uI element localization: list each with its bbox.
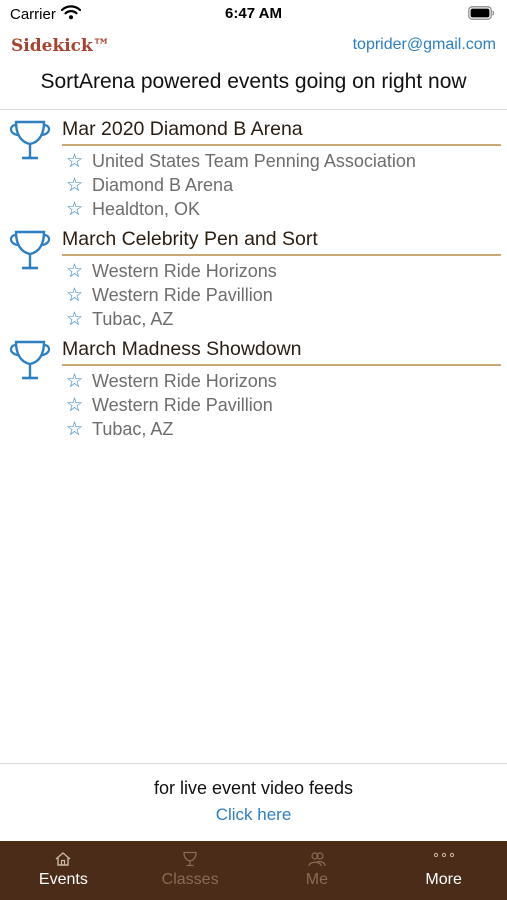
tab-label: Events: [38, 871, 88, 888]
status-bar: Carrier 6:47 AM: [0, 0, 507, 30]
events-list: Mar 2020 Diamond B Arena ☆ United States …: [0, 114, 507, 444]
event-organization: ☆ Western Ride Horizons: [66, 261, 277, 282]
tab-label: Me: [305, 871, 328, 888]
tab-classes[interactable]: Classes: [127, 841, 254, 900]
account-email-link[interactable]: toprider@gmail.com: [353, 36, 496, 54]
event-organization: ☆ United States Team Penning Association: [66, 151, 416, 172]
event-name[interactable]: Mar 2020 Diamond B Arena: [62, 118, 303, 141]
trophy-icon: [7, 339, 53, 388]
event-venue: ☆ Western Ride Pavillion: [66, 395, 273, 416]
event-venue: ☆ Western Ride Pavillion: [66, 285, 273, 306]
trophy-icon: [7, 119, 53, 168]
page-title: SortArena powered events going on right …: [40, 70, 467, 93]
event-venue: ☆ Diamond B Arena: [66, 175, 234, 196]
star-icon: ☆: [66, 175, 84, 196]
star-icon: ☆: [66, 285, 84, 306]
star-icon: ☆: [66, 261, 84, 282]
tab-events[interactable]: Events: [0, 841, 127, 900]
tab-me[interactable]: Me: [254, 841, 381, 900]
event-divider: [62, 364, 501, 366]
divider: [0, 109, 507, 110]
event-location: ☆ Healdton, OK: [66, 199, 201, 220]
tab-label: Classes: [161, 871, 219, 888]
app-brand: Sidekick™: [11, 36, 110, 56]
star-icon: ☆: [66, 151, 84, 172]
trophy-icon: [127, 851, 254, 867]
event-item[interactable]: Mar 2020 Diamond B Arena ☆ United States …: [0, 114, 507, 224]
more-dots-icon: [380, 851, 507, 859]
star-icon: ☆: [66, 199, 84, 220]
video-feed-promo: for live event video feeds Click here: [0, 763, 507, 841]
event-divider: [62, 144, 501, 146]
event-name[interactable]: March Madness Showdown: [62, 338, 302, 361]
trophy-icon: [7, 229, 53, 278]
event-item[interactable]: March Madness Showdown ☆ Western Ride Hor…: [0, 334, 507, 444]
event-organization: ☆ Western Ride Horizons: [66, 371, 277, 392]
battery-icon: [468, 6, 495, 25]
promo-text: for live event video feeds: [153, 778, 354, 798]
star-icon: ☆: [66, 309, 84, 330]
home-icon: [0, 851, 127, 867]
clock: 6:47 AM: [225, 5, 282, 22]
event-name[interactable]: March Celebrity Pen and Sort: [62, 228, 318, 251]
event-location: ☆ Tubac, AZ: [66, 309, 174, 330]
star-icon: ☆: [66, 371, 84, 392]
tab-label: More: [425, 871, 462, 888]
tab-bar: Events Classes Me More: [0, 841, 507, 900]
tab-more[interactable]: More: [380, 841, 507, 900]
app-header: Sidekick™ toprider@gmail.com: [0, 30, 507, 62]
event-item[interactable]: March Celebrity Pen and Sort ☆ Western Ri…: [0, 224, 507, 334]
people-icon: [254, 851, 381, 867]
star-icon: ☆: [66, 395, 84, 416]
star-icon: ☆: [66, 419, 84, 440]
click-here-link[interactable]: Click here: [0, 805, 507, 825]
event-location: ☆ Tubac, AZ: [66, 419, 174, 440]
event-divider: [62, 254, 501, 256]
